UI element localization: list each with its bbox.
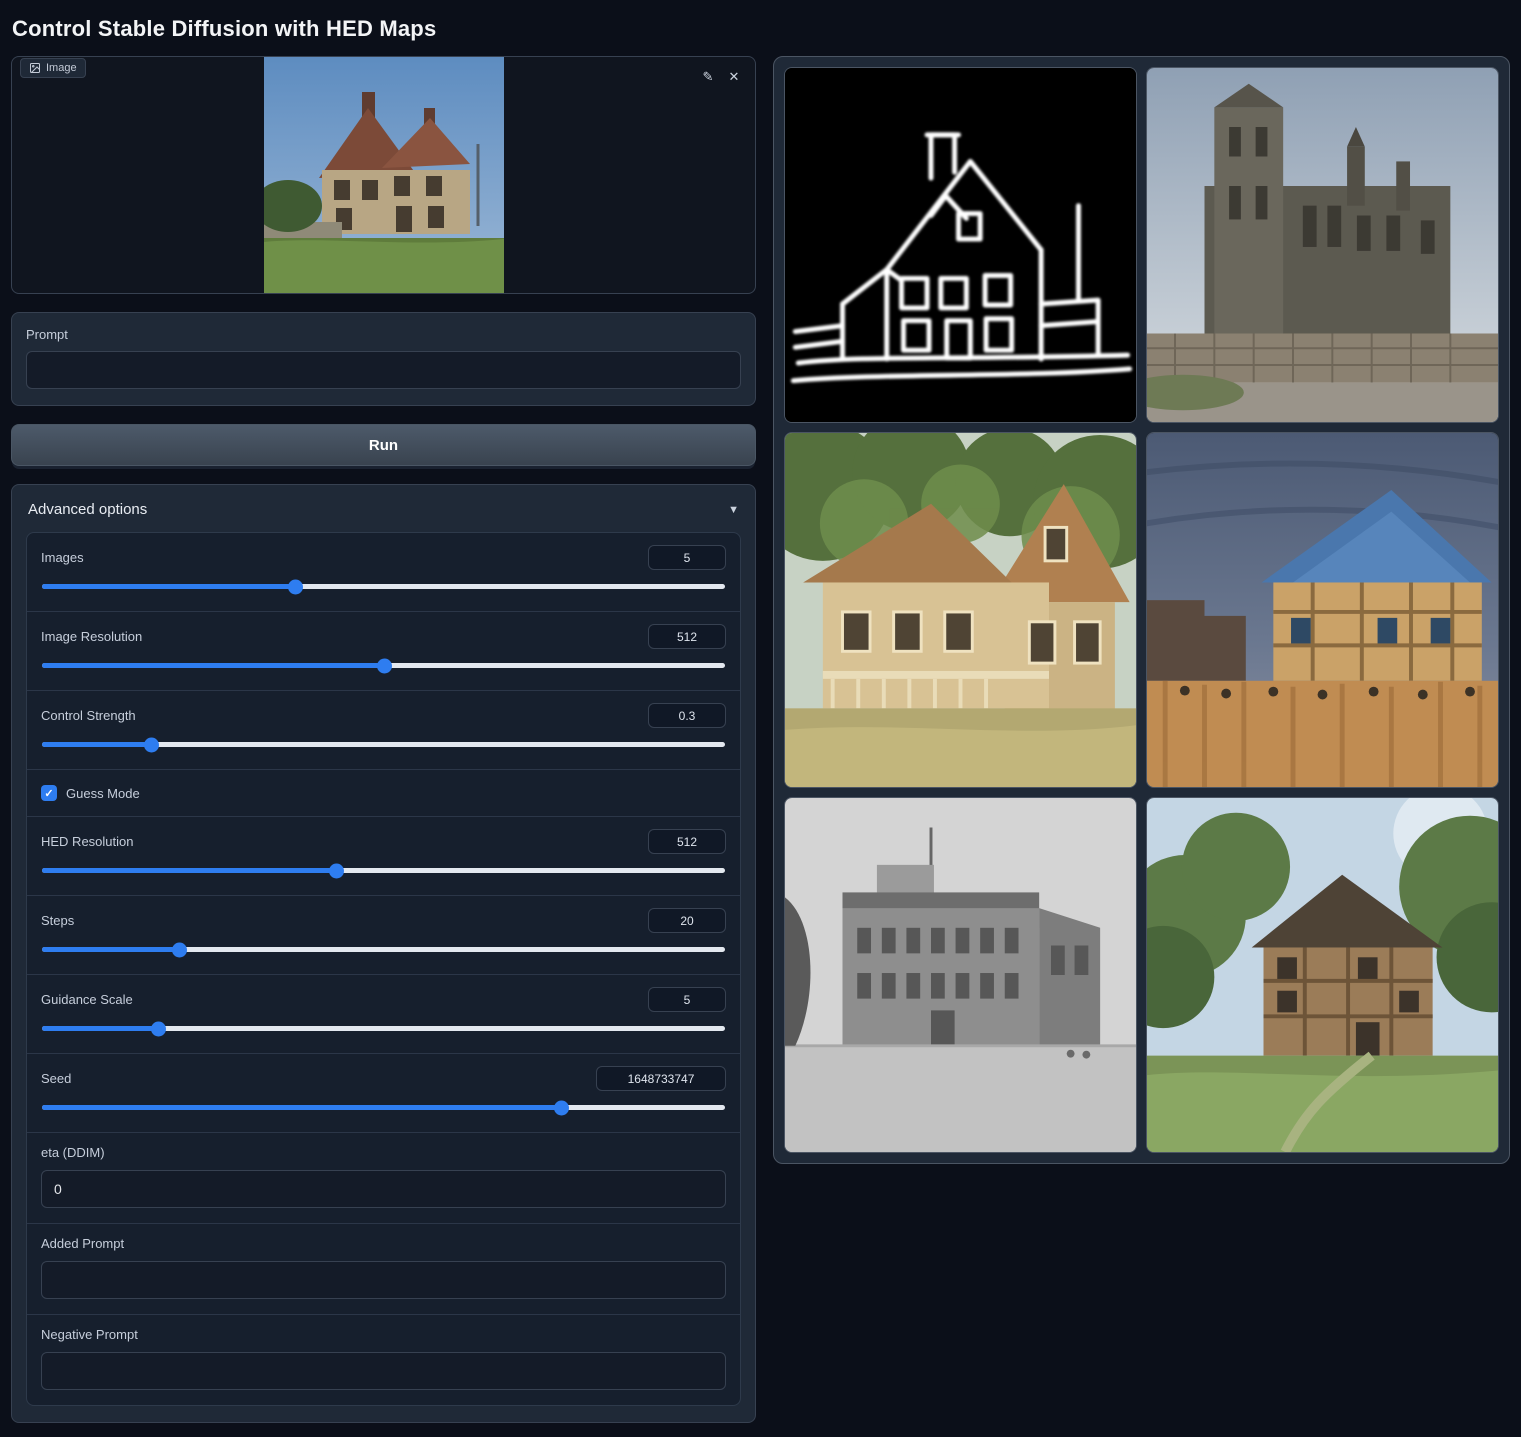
steps-value-input[interactable]: [648, 908, 726, 933]
image-resolution-slider-handle[interactable]: [377, 658, 392, 673]
seed-slider[interactable]: [42, 1105, 725, 1110]
advanced-options-panel: Advanced options ▼ Images Image Resoluti…: [11, 484, 756, 1423]
input-image-preview: [264, 57, 504, 293]
image-label-text: Image: [46, 62, 77, 74]
advanced-options-accordion[interactable]: Advanced options ▼: [26, 497, 741, 532]
guidance-scale-row: Guidance Scale: [27, 975, 740, 1054]
run-button[interactable]: Run: [11, 424, 756, 466]
seed-value-input[interactable]: [596, 1066, 726, 1091]
guess-mode-checkbox[interactable]: ✓: [41, 785, 57, 801]
eta-input[interactable]: [41, 1170, 726, 1208]
gallery-item-1[interactable]: [784, 67, 1137, 423]
hed-resolution-slider-handle[interactable]: [329, 863, 344, 878]
steps-row: Steps: [27, 896, 740, 975]
guess-mode-row: ✓ Guess Mode: [27, 770, 740, 817]
control-strength-slider-handle[interactable]: [144, 737, 159, 752]
edit-image-button[interactable]: ✎: [697, 65, 719, 87]
guidance-scale-value-input[interactable]: [648, 987, 726, 1012]
painterly-blue-roof-house-image: [1147, 433, 1498, 787]
seed-row: Seed: [27, 1054, 740, 1133]
ornate-wooden-house-image: [785, 433, 1136, 787]
hed-resolution-slider[interactable]: [42, 868, 725, 873]
seed-label: Seed: [41, 1071, 71, 1086]
image-component-label: Image: [20, 58, 86, 78]
image-resolution-value-input[interactable]: [648, 624, 726, 649]
negative-prompt-label: Negative Prompt: [41, 1327, 726, 1342]
control-strength-slider[interactable]: [42, 742, 725, 747]
output-gallery: [773, 56, 1510, 1164]
negative-prompt-input[interactable]: [41, 1352, 726, 1390]
page-title: Control Stable Diffusion with HED Maps: [0, 0, 1521, 56]
guidance-scale-slider[interactable]: [42, 1026, 725, 1031]
steps-slider-handle[interactable]: [172, 942, 187, 957]
images-slider-handle[interactable]: [288, 579, 303, 594]
controls-column: Image ✎ ✕: [11, 56, 756, 1423]
guidance-scale-slider-handle[interactable]: [151, 1021, 166, 1036]
image-toolbar: ✎ ✕: [697, 65, 745, 87]
negative-prompt-row: Negative Prompt: [27, 1315, 740, 1405]
prompt-block: Prompt: [11, 312, 756, 406]
seed-slider-handle[interactable]: [554, 1100, 569, 1115]
gallery-item-4[interactable]: [1146, 432, 1499, 788]
gallery-item-3[interactable]: [784, 432, 1137, 788]
hed-resolution-label: HED Resolution: [41, 834, 134, 849]
images-value-input[interactable]: [648, 545, 726, 570]
gallery-item-2[interactable]: [1146, 67, 1499, 423]
image-icon: [29, 62, 41, 74]
eta-row: eta (DDIM): [27, 1133, 740, 1224]
prompt-label: Prompt: [26, 327, 741, 342]
hed-resolution-row: HED Resolution: [27, 817, 740, 896]
main-layout: Image ✎ ✕: [0, 56, 1521, 1437]
advanced-options-title: Advanced options: [28, 501, 147, 518]
prompt-input[interactable]: [26, 351, 741, 389]
control-strength-row: Control Strength: [27, 691, 740, 770]
images-row: Images: [27, 533, 740, 612]
control-strength-value-input[interactable]: [648, 703, 726, 728]
advanced-options-form: Images Image Resolution: [26, 532, 741, 1406]
eta-label: eta (DDIM): [41, 1145, 726, 1160]
country-house-with-trees-image: [1147, 798, 1498, 1152]
accordion-arrow-icon: ▼: [728, 504, 739, 516]
image-resolution-row: Image Resolution: [27, 612, 740, 691]
image-resolution-slider[interactable]: [42, 663, 725, 668]
stone-cathedral-image: [1147, 68, 1498, 422]
grayscale-old-building-image: [785, 798, 1136, 1152]
added-prompt-input[interactable]: [41, 1261, 726, 1299]
hed-edge-map-image: [785, 68, 1136, 422]
steps-label: Steps: [41, 913, 74, 928]
image-upload[interactable]: Image ✎ ✕: [11, 56, 756, 294]
clear-image-button[interactable]: ✕: [723, 65, 745, 87]
gallery-item-5[interactable]: [784, 797, 1137, 1153]
steps-slider[interactable]: [42, 947, 725, 952]
guess-mode-label: Guess Mode: [66, 786, 140, 801]
control-strength-label: Control Strength: [41, 708, 136, 723]
guidance-scale-label: Guidance Scale: [41, 992, 133, 1007]
image-resolution-label: Image Resolution: [41, 629, 142, 644]
hed-resolution-value-input[interactable]: [648, 829, 726, 854]
added-prompt-label: Added Prompt: [41, 1236, 726, 1251]
images-slider[interactable]: [42, 584, 725, 589]
images-label: Images: [41, 550, 84, 565]
added-prompt-row: Added Prompt: [27, 1224, 740, 1315]
gallery-item-6[interactable]: [1146, 797, 1499, 1153]
